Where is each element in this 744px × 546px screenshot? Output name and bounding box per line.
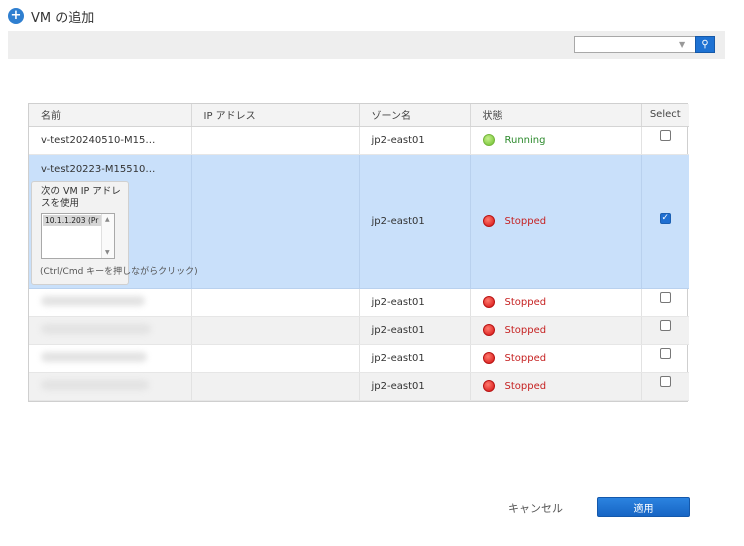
vm-name-cell: v-test20223-M15510… 次の VM IP アドレスを使用 10.…: [29, 154, 198, 289]
plus-circle-icon: +: [8, 8, 24, 24]
dialog-title: VM の追加: [31, 10, 95, 26]
toolbar: ▼ ⚲: [8, 31, 725, 59]
dialog-header: + VM の追加: [8, 6, 94, 26]
row-select-checkbox[interactable]: [659, 292, 671, 304]
table-header-row: 名前 IP アドレス ゾーン名 状態 Select: [29, 104, 689, 127]
stopped-status-icon: [482, 215, 495, 227]
vm-ip: [191, 344, 360, 373]
stopped-status-icon: [482, 380, 495, 392]
column-header-state[interactable]: 状態: [470, 104, 642, 127]
vm-ip: [191, 126, 360, 155]
vm-zone: jp2-east01: [359, 154, 471, 289]
vm-ip: [191, 288, 360, 317]
table-row[interactable]: jp2-east01 Stopped: [29, 288, 689, 317]
vm-status: Stopped: [470, 344, 642, 373]
scroll-down-icon[interactable]: ▼: [105, 249, 110, 256]
vm-status: Stopped: [470, 154, 642, 289]
vm-name-redacted: [29, 344, 192, 373]
row-select-checkbox-checked[interactable]: ✓: [659, 213, 671, 225]
vm-name-redacted: [29, 372, 192, 401]
vm-status: Stopped: [470, 372, 642, 401]
redacted-name: [41, 351, 147, 362]
vm-status: Running: [470, 126, 642, 155]
redacted-name: [41, 295, 145, 306]
table-row[interactable]: v-test20223-M15510… 次の VM IP アドレスを使用 10.…: [29, 154, 689, 289]
vm-table: 名前 IP アドレス ゾーン名 状態 Select v-test20240510…: [28, 103, 689, 402]
stopped-status-icon: [482, 296, 495, 308]
vm-zone: jp2-east01: [359, 126, 471, 155]
vm-name: v-test20223-M15510…: [41, 163, 156, 175]
select-cell: [641, 288, 689, 317]
stopped-status-icon: [482, 324, 495, 336]
ip-popup-label: 次の VM IP アドレスを使用: [41, 185, 121, 209]
vm-name-redacted: [29, 316, 192, 345]
row-select-checkbox[interactable]: [659, 320, 671, 332]
redacted-name: [41, 323, 151, 334]
table-row[interactable]: jp2-east01 Stopped: [29, 344, 689, 373]
redacted-name: [41, 379, 149, 390]
row-select-checkbox[interactable]: [659, 130, 671, 142]
search-dropdown-icon[interactable]: ▼: [679, 40, 685, 49]
vm-ip: [191, 372, 360, 401]
vm-name-redacted: [29, 288, 192, 317]
table-row[interactable]: jp2-east01 Stopped: [29, 316, 689, 345]
select-cell: [641, 126, 689, 155]
row-select-checkbox[interactable]: [659, 348, 671, 360]
select-cell: [641, 316, 689, 345]
vm-zone: jp2-east01: [359, 316, 471, 345]
column-header-name[interactable]: 名前: [29, 104, 192, 127]
listbox-scrollbar[interactable]: ▲ ▼: [101, 213, 114, 258]
search-input[interactable]: [574, 36, 695, 53]
search-button[interactable]: ⚲: [695, 36, 715, 53]
search-icon: ⚲: [701, 39, 709, 50]
vm-zone: jp2-east01: [359, 288, 471, 317]
vm-status: Stopped: [470, 316, 642, 345]
row-select-checkbox[interactable]: [659, 376, 671, 388]
running-status-icon: [482, 134, 495, 146]
ip-selection-hint: (Ctrl/Cmd キーを押しながらクリック): [40, 266, 198, 277]
vm-zone: jp2-east01: [359, 344, 471, 373]
vm-ip: [191, 316, 360, 345]
table-row[interactable]: v-test20240510-M15… jp2-east01 Running: [29, 126, 689, 155]
ip-address-listbox[interactable]: 10.1.1.203 (Pr ▲ ▼: [41, 212, 115, 259]
column-header-zone[interactable]: ゾーン名: [359, 104, 471, 127]
vm-ip: [191, 154, 360, 289]
apply-button[interactable]: 適用: [597, 497, 690, 517]
scroll-up-icon[interactable]: ▲: [105, 216, 110, 223]
vm-zone: jp2-east01: [359, 372, 471, 401]
vm-name: v-test20240510-M15…: [29, 126, 192, 155]
vm-status: Stopped: [470, 288, 642, 317]
table-row[interactable]: jp2-east01 Stopped: [29, 372, 689, 401]
cancel-button[interactable]: キャンセル: [508, 500, 563, 516]
select-cell: ✓: [641, 154, 689, 289]
column-header-select: Select: [641, 104, 689, 127]
select-cell: [641, 344, 689, 373]
ip-option[interactable]: 10.1.1.203 (Pr: [43, 214, 101, 226]
stopped-status-icon: [482, 352, 495, 364]
column-header-ip[interactable]: IP アドレス: [191, 104, 360, 127]
search-box: ▼ ⚲: [574, 36, 715, 53]
select-cell: [641, 372, 689, 401]
